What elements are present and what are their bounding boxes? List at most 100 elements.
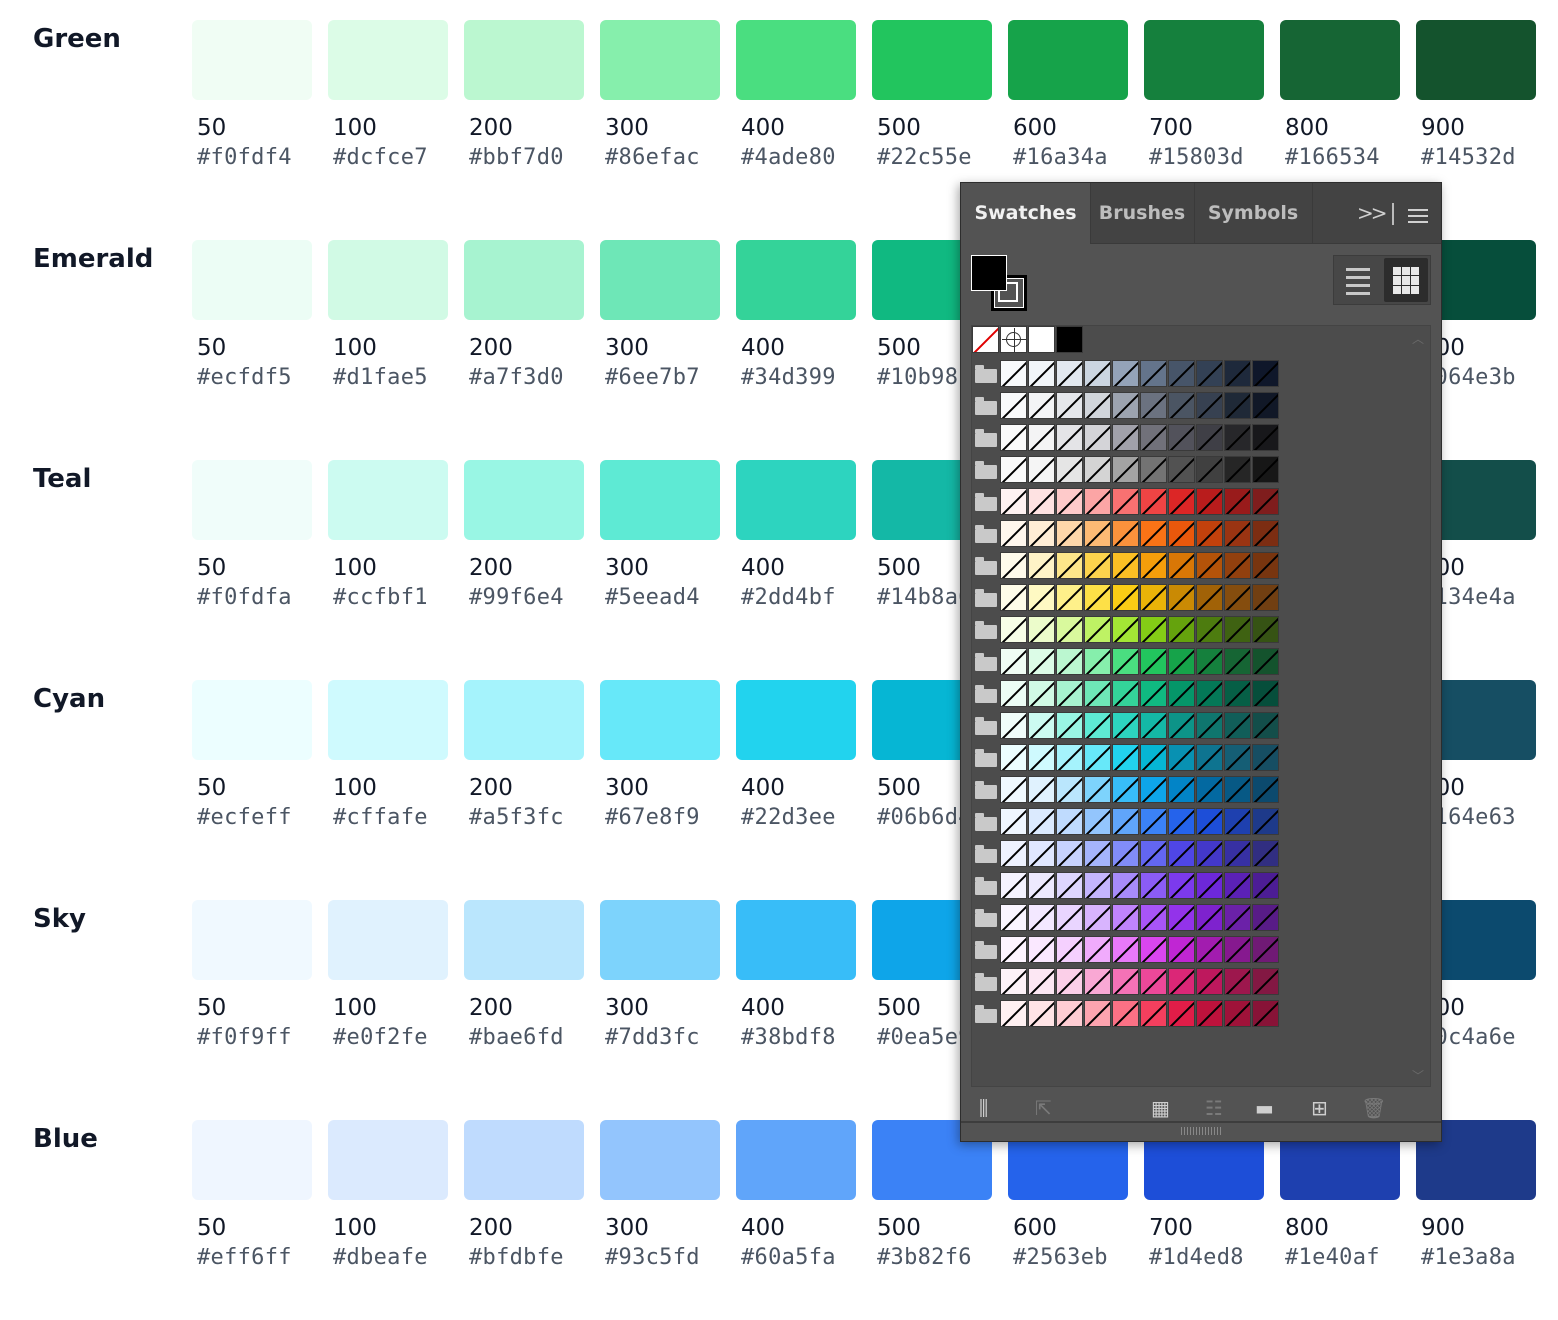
color-swatch[interactable] [1056, 488, 1083, 515]
color-swatch[interactable] [1252, 904, 1279, 931]
color-chip[interactable]: 800 #166534 [1280, 20, 1400, 172]
color-swatch[interactable] [1144, 20, 1264, 100]
color-swatch[interactable] [1168, 712, 1195, 739]
color-swatch[interactable] [1224, 360, 1251, 387]
color-swatch[interactable] [1000, 520, 1027, 547]
color-group-folder-icon[interactable] [975, 941, 997, 959]
color-swatch[interactable] [1252, 840, 1279, 867]
color-swatch[interactable] [1056, 584, 1083, 611]
color-swatch[interactable] [1196, 776, 1223, 803]
color-swatch[interactable] [1056, 392, 1083, 419]
color-swatch[interactable] [1196, 712, 1223, 739]
color-swatch[interactable] [1084, 744, 1111, 771]
color-swatch[interactable] [1028, 648, 1055, 675]
color-swatch[interactable] [1028, 744, 1055, 771]
color-group-folder-icon[interactable] [975, 653, 997, 671]
color-swatch[interactable] [1084, 904, 1111, 931]
color-swatch[interactable] [1140, 776, 1167, 803]
swatch-libraries-menu-icon[interactable]: ⫼ [979, 1095, 988, 1121]
color-swatch[interactable] [1000, 808, 1027, 835]
color-swatch[interactable] [1140, 936, 1167, 963]
color-swatch[interactable] [600, 460, 720, 540]
color-swatch[interactable] [1140, 1000, 1167, 1027]
color-swatch[interactable] [1028, 968, 1055, 995]
color-swatch[interactable] [1000, 744, 1027, 771]
color-swatch[interactable] [1168, 936, 1195, 963]
color-swatch[interactable] [1084, 872, 1111, 899]
color-swatch[interactable] [1196, 456, 1223, 483]
color-swatch[interactable] [1028, 872, 1055, 899]
color-swatch[interactable] [1168, 1000, 1195, 1027]
color-swatch[interactable] [1000, 904, 1027, 931]
color-chip[interactable]: 700 #1d4ed8 [1144, 1120, 1264, 1272]
color-swatch[interactable] [1252, 776, 1279, 803]
color-swatch[interactable] [1112, 808, 1139, 835]
color-chip[interactable]: 100 #dcfce7 [328, 20, 448, 172]
color-swatch[interactable] [1140, 680, 1167, 707]
color-swatch[interactable] [1084, 360, 1111, 387]
color-swatch[interactable] [1140, 968, 1167, 995]
color-swatch[interactable] [1196, 808, 1223, 835]
color-swatch[interactable] [192, 240, 312, 320]
color-swatch[interactable] [1224, 712, 1251, 739]
color-chip[interactable]: 600 #16a34a [1008, 20, 1128, 172]
fill-stroke-indicator[interactable] [971, 255, 1031, 315]
color-swatch[interactable] [1084, 616, 1111, 643]
color-chip[interactable]: 300 #6ee7b7 [600, 240, 720, 392]
color-swatch[interactable] [1000, 392, 1027, 419]
color-chip[interactable]: 50 #f0fdfa [192, 460, 312, 612]
color-chip[interactable]: 400 #60a5fa [736, 1120, 856, 1272]
color-swatch[interactable] [1084, 968, 1111, 995]
color-swatch[interactable] [1252, 424, 1279, 451]
color-swatch[interactable] [1000, 776, 1027, 803]
color-chip[interactable]: 200 #bbf7d0 [464, 20, 584, 172]
color-chip[interactable]: 400 #4ade80 [736, 20, 856, 172]
color-swatch[interactable] [1112, 488, 1139, 515]
color-swatch[interactable] [328, 460, 448, 540]
color-swatch[interactable] [1112, 424, 1139, 451]
color-group-folder-icon[interactable] [975, 557, 997, 575]
color-group-folder-icon[interactable] [975, 813, 997, 831]
color-swatch[interactable] [1168, 616, 1195, 643]
color-chip[interactable]: 500 #22c55e [872, 20, 992, 172]
color-swatch[interactable] [1252, 808, 1279, 835]
color-chip[interactable]: 800 #1e40af [1280, 1120, 1400, 1272]
color-swatch[interactable] [1056, 326, 1083, 353]
registration-swatch[interactable] [1000, 326, 1027, 353]
color-swatch[interactable] [1196, 392, 1223, 419]
color-swatch[interactable] [1140, 904, 1167, 931]
color-swatch[interactable] [464, 900, 584, 980]
color-swatch[interactable] [1140, 744, 1167, 771]
color-swatch[interactable] [1168, 488, 1195, 515]
color-swatch[interactable] [1252, 1000, 1279, 1027]
color-swatch[interactable] [1112, 1000, 1139, 1027]
color-swatch[interactable] [1028, 520, 1055, 547]
color-swatch[interactable] [464, 240, 584, 320]
color-swatch[interactable] [1028, 392, 1055, 419]
color-swatch[interactable] [328, 680, 448, 760]
color-chip[interactable]: 200 #a7f3d0 [464, 240, 584, 392]
color-group-folder-icon[interactable] [975, 365, 997, 383]
color-swatch[interactable] [1168, 456, 1195, 483]
color-swatch[interactable] [872, 20, 992, 100]
color-swatch[interactable] [1000, 968, 1027, 995]
color-swatch[interactable] [1000, 616, 1027, 643]
color-group-folder-icon[interactable] [975, 1005, 997, 1023]
color-chip[interactable]: 100 #d1fae5 [328, 240, 448, 392]
color-chip[interactable]: 100 #ccfbf1 [328, 460, 448, 612]
color-swatch[interactable] [1028, 424, 1055, 451]
color-chip[interactable]: 50 #ecfeff [192, 680, 312, 832]
color-swatch[interactable] [1168, 872, 1195, 899]
color-swatch[interactable] [736, 900, 856, 980]
color-swatch[interactable] [1196, 520, 1223, 547]
color-swatch[interactable] [1196, 360, 1223, 387]
color-swatch[interactable] [1112, 360, 1139, 387]
color-group-folder-icon[interactable] [975, 717, 997, 735]
color-swatch[interactable] [1000, 680, 1027, 707]
fill-color-box[interactable] [971, 255, 1007, 291]
color-group-folder-icon[interactable] [975, 525, 997, 543]
color-swatch[interactable] [1000, 840, 1027, 867]
color-group-folder-icon[interactable] [975, 845, 997, 863]
color-swatch[interactable] [736, 20, 856, 100]
color-swatch[interactable] [192, 1120, 312, 1200]
